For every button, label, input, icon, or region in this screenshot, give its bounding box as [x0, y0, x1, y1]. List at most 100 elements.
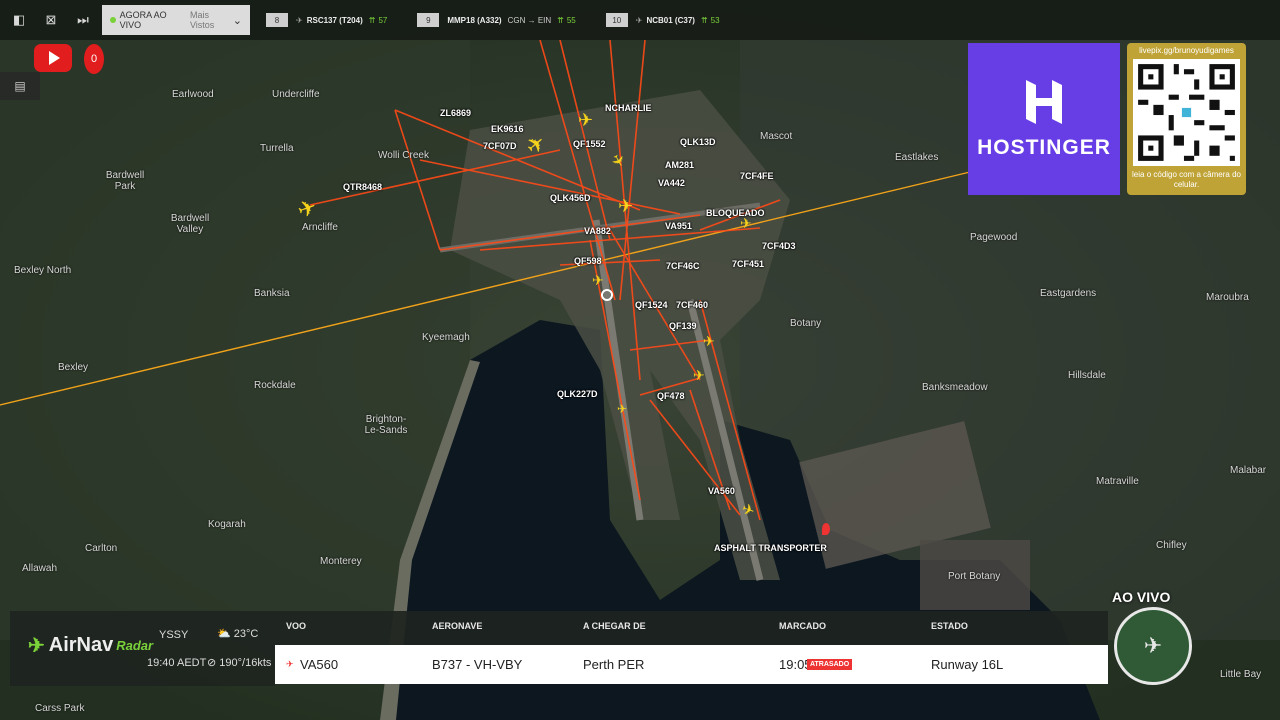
place-label: Malabar — [1230, 465, 1267, 476]
place-label: Allawah — [22, 563, 58, 574]
place-label: Brighton-Le-Sands — [364, 414, 408, 436]
rank-number: 8 — [266, 13, 288, 27]
airplane-icon[interactable]: ✈ — [693, 367, 705, 384]
place-label: Bardwell Valley — [170, 213, 210, 235]
airplane-icon[interactable]: ✈ — [703, 333, 715, 350]
place-label: Botany — [790, 318, 822, 329]
qr-panel: livepix.gg/brunoyudigames leia o código … — [1127, 43, 1246, 195]
place-label: Hillsdale — [1068, 370, 1106, 381]
place-label: Undercliffe — [272, 89, 320, 100]
sponsor-banner: HOSTINGER — [968, 43, 1120, 195]
top-toolbar: ◧ ⊠ ⏭ AGORA AO VIVO Mais Vistos ⌄ 8 ✈ RS… — [0, 0, 1280, 40]
place-label: Carss Park — [35, 703, 85, 714]
aircraft-label[interactable]: 7CF451 — [732, 259, 764, 269]
aircraft-label[interactable]: 7CF460 — [676, 300, 708, 310]
score-icon: ⇈ — [368, 15, 376, 25]
place-label: Pagewood — [970, 232, 1018, 243]
aircraft-label[interactable]: QF478 — [657, 391, 685, 401]
weather-icon: ⛅ — [217, 628, 234, 640]
aircraft-label[interactable]: QF1552 — [573, 139, 606, 149]
airplane-icon[interactable]: ✈ — [618, 196, 633, 217]
hostinger-logo-icon — [1026, 80, 1062, 124]
ranked-flight[interactable]: 8 ✈ RSC137 (T204) ⇈ 57 — [266, 13, 387, 27]
aircraft-label[interactable]: 7CF4FE — [740, 171, 774, 181]
col-from: A CHEGAR DE — [583, 621, 646, 631]
aircraft-label[interactable]: ASPHALT TRANSPORTER — [714, 543, 827, 553]
col-flight: VOO — [286, 621, 307, 631]
airnav-logo-text: AirNav — [48, 634, 114, 656]
qr-url: livepix.gg/brunoyudigames — [1139, 46, 1234, 55]
location-pin-icon — [601, 289, 613, 301]
aircraft-label[interactable]: VA951 — [665, 221, 692, 231]
arrivals-header: VOO AERONAVE A CHEGAR DE MARCADO ESTADO — [275, 611, 1108, 645]
place-label: Turrella — [260, 143, 294, 154]
aircraft-label[interactable]: 7CF4D3 — [762, 241, 796, 251]
aircraft-label[interactable]: QLK13D — [680, 137, 716, 147]
table-row[interactable]: ✈ VA560 B737 - VH-VBY Perth PER 19:05 AT… — [275, 645, 1108, 684]
flight-score: 55 — [566, 15, 576, 25]
aircraft-label[interactable]: VA560 — [708, 486, 735, 496]
chevron-down-icon: ⌄ — [232, 14, 242, 27]
col-aircraft: AERONAVE — [432, 621, 483, 631]
live-label: AGORA AO VIVO — [119, 10, 167, 30]
aircraft-label[interactable]: QTR8468 — [343, 182, 382, 192]
sidebar-toggle-icon[interactable]: ▤ — [0, 72, 40, 100]
ranked-flight[interactable]: 10 ✈ NCB01 (C37) ⇈ 53 — [605, 13, 720, 27]
wind: ⊘ 190°/16kts — [207, 656, 271, 669]
place-label: Bexley North — [14, 265, 72, 276]
aircraft-label[interactable]: QF139 — [669, 321, 697, 331]
aircraft-label[interactable]: 7CF07D — [483, 141, 517, 151]
plane-icon: ✈ — [296, 15, 303, 25]
place-label: Little Bay — [1220, 669, 1262, 680]
qr-caption: leia o código com a câmera do celular. — [1132, 170, 1241, 189]
channel-badge-icon: ✈ — [1114, 607, 1192, 685]
aircraft-label[interactable]: VA442 — [658, 178, 685, 188]
score-icon: ⇈ — [700, 15, 708, 25]
ranked-flight[interactable]: 9 MMP18 (A332) CGN → EIN ⇈ 55 — [417, 13, 576, 27]
place-label: Rockdale — [254, 380, 296, 391]
expand-icon[interactable]: ⊠ — [38, 7, 64, 33]
aircraft-label[interactable]: 7CF46C — [666, 261, 700, 271]
flight-code: NCB01 (C37) — [646, 15, 695, 25]
rank-number: 9 — [417, 13, 440, 27]
view-selector[interactable]: AGORA AO VIVO Mais Vistos ⌄ — [102, 5, 250, 35]
airplane-icon[interactable]: ✈ — [617, 402, 627, 416]
aircraft-label[interactable]: BLOQUEADO — [706, 208, 765, 218]
place-label: Maroubra — [1206, 292, 1249, 303]
score-icon: ⇈ — [557, 15, 564, 25]
qr-code-icon — [1133, 59, 1240, 166]
aircraft-label[interactable]: QLK456D — [550, 193, 591, 203]
airplane-icon[interactable]: ✈ — [592, 272, 604, 289]
flight-code: MMP18 (A332) — [447, 15, 502, 25]
place-label: Bexley — [58, 362, 89, 373]
airplane-icon[interactable]: ✈ — [578, 110, 593, 131]
aircraft-label[interactable]: AM281 — [665, 160, 694, 170]
flight-code: RSC137 (T204) — [306, 15, 363, 25]
aircraft-label[interactable]: EK9616 — [491, 124, 524, 134]
aircraft-label[interactable]: QF598 — [574, 256, 602, 266]
place-label: Wolli Creek — [378, 150, 429, 161]
place-label: Banksmeadow — [922, 382, 988, 393]
live-dot-icon — [110, 17, 116, 23]
marker-icon[interactable] — [822, 523, 830, 535]
col-status: ESTADO — [931, 621, 968, 631]
airnav-plane-icon: ✈ — [28, 635, 45, 657]
aircraft-label[interactable]: NCHARLIE — [605, 103, 652, 113]
place-label: Banksia — [254, 288, 290, 299]
wind-value: 190°/16kts — [219, 657, 272, 669]
aircraft-label[interactable]: QF1524 — [635, 300, 668, 310]
aircraft-label[interactable]: ZL6869 — [440, 108, 471, 118]
wind-icon: ⊘ — [207, 657, 220, 669]
youtube-count: 0 — [84, 44, 104, 74]
place-label: Monterey — [320, 556, 362, 567]
status-badge: ATRASADO — [807, 659, 853, 670]
aircraft-label[interactable]: QLK227D — [557, 389, 598, 399]
collapse-panel-icon[interactable]: ◧ — [6, 7, 32, 33]
skip-next-icon[interactable]: ⏭ — [70, 7, 96, 33]
airplane-icon[interactable]: ✈ — [740, 215, 752, 232]
airport-code: YSSY — [159, 629, 189, 641]
aircraft-label[interactable]: VA882 — [584, 226, 611, 236]
station-panel: ✈ AirNav Radar YSSY 19:40 AEDT ⛅ 23°C ⊘ … — [10, 611, 275, 686]
flight-score: 57 — [378, 15, 388, 25]
place-label: Eastgardens — [1040, 288, 1097, 299]
